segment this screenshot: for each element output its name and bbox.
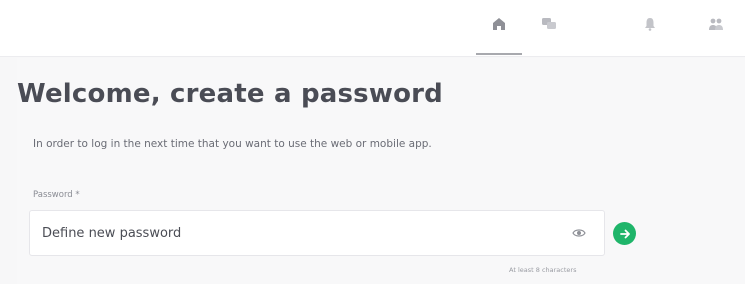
password-input[interactable] [30,211,570,255]
page-title: Welcome, create a password [17,79,443,109]
nav-home[interactable] [476,10,522,55]
nav-notifications[interactable] [630,10,670,38]
arrow-right-icon [619,229,630,238]
password-label: Password * [33,190,80,200]
top-navigation-bar [0,0,745,57]
nav-people[interactable] [696,10,736,38]
people-icon [709,18,723,30]
chat-icon [542,18,556,29]
nav-messages[interactable] [529,10,569,38]
submit-button[interactable] [613,222,636,245]
password-hint: At least 8 characters [509,266,577,274]
home-icon [493,18,505,30]
eye-icon[interactable] [572,227,586,239]
bell-icon [645,18,655,31]
password-field [29,210,605,256]
page-subtitle: In order to log in the next time that yo… [33,138,432,150]
